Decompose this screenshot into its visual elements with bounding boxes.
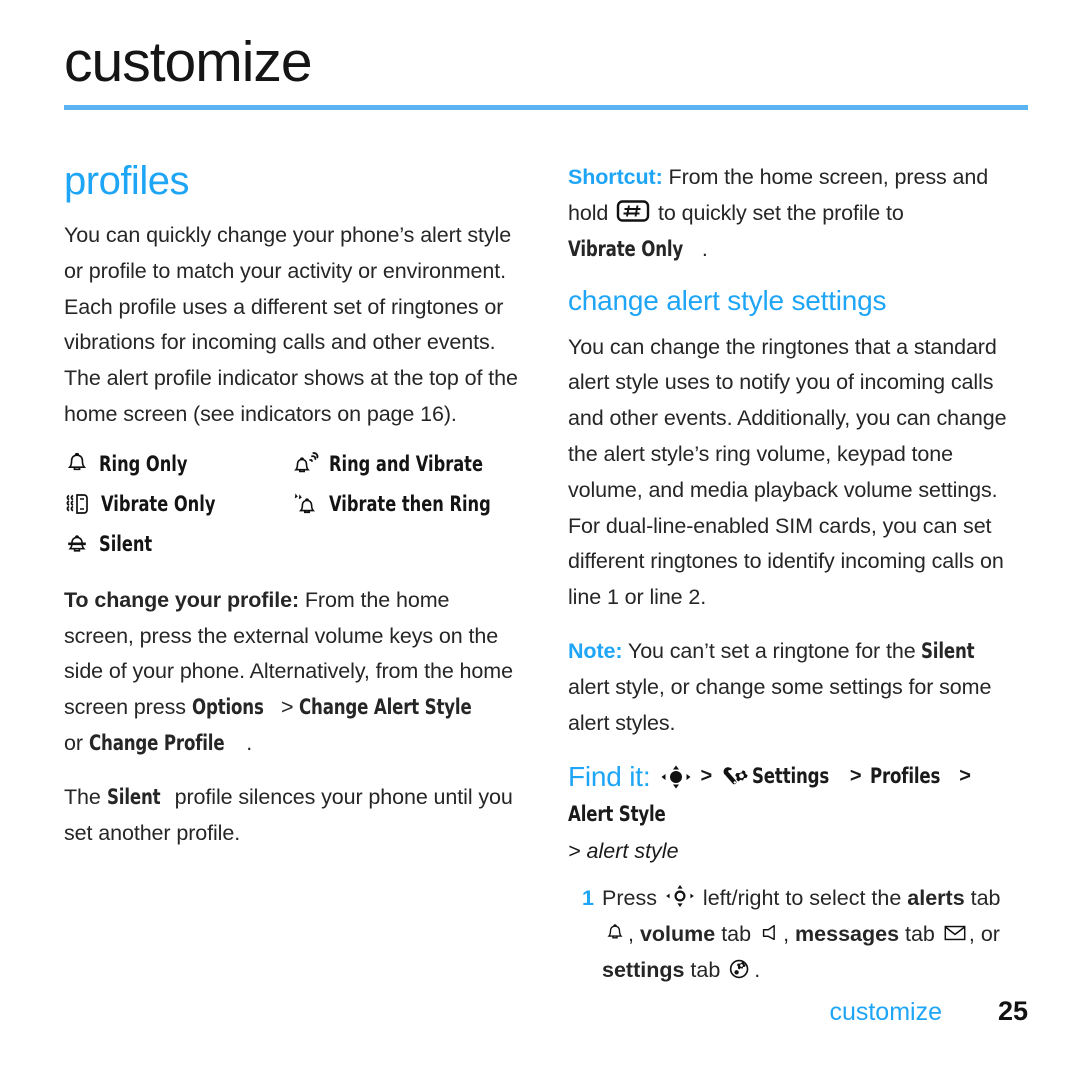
bell-vibrate-icon xyxy=(292,451,320,477)
hash-key-icon xyxy=(616,199,650,223)
speaker-icon xyxy=(759,922,781,944)
step-text-4: , xyxy=(628,921,640,946)
note-text-2: alert style, or change some settings for… xyxy=(568,674,992,735)
ui-term-change-profile: Change Profile xyxy=(88,730,225,756)
manual-page: customize profiles You can quickly chang… xyxy=(0,0,1080,1080)
find-it-path-settings: Settings xyxy=(752,764,830,790)
alert-style-body-paragraph: You can change the ringtones that a stan… xyxy=(568,334,1007,610)
find-it-sep-3: > xyxy=(959,765,971,788)
page-title: customize xyxy=(64,30,313,94)
profile-label: Vibrate then Ring xyxy=(329,491,491,516)
ui-term-change-alert-style: Change Alert Style xyxy=(299,695,472,721)
step-bold-volume: volume xyxy=(639,921,716,946)
ui-term-options: Options xyxy=(191,695,264,721)
find-it-sep-2: > xyxy=(849,765,862,788)
navigation-key-icon xyxy=(665,884,695,908)
shortcut-lead: Shortcut: xyxy=(568,165,663,189)
step-bold-messages: messages xyxy=(795,921,900,946)
change-profile-sep-1: > xyxy=(275,695,300,720)
subsection-heading-change-alert-style: change alert style settings xyxy=(568,285,887,317)
right-column: Shortcut: From the home screen, press an… xyxy=(568,160,1028,988)
settings-wrench-gear-icon xyxy=(720,764,750,790)
page-footer: customize 25 xyxy=(64,996,1028,1027)
ui-term-vibrate-only: Vibrate Only xyxy=(568,236,684,262)
change-profile-text-2: or xyxy=(64,730,89,755)
ui-term-silent: Silent xyxy=(106,784,161,810)
note-text-1: You can’t set a ringtone for the xyxy=(622,638,922,663)
bell-icon xyxy=(604,922,626,944)
note-paragraph: Note: You can’t set a ringtone for the S… xyxy=(568,634,1028,741)
bell-icon xyxy=(64,451,90,477)
profile-label: Vibrate Only xyxy=(101,491,216,516)
profile-label: Silent xyxy=(99,531,153,556)
silent-text-1: The xyxy=(64,784,107,809)
profile-type-list: Ring Only Ring and Vibrate Vibrate Only … xyxy=(64,451,524,557)
phone-vibrate-icon xyxy=(64,491,92,517)
footer-page-number: 25 xyxy=(997,996,1028,1026)
find-it-path-profiles: Profiles xyxy=(869,764,940,790)
list-item: 1 Press left/right to select the alerts … xyxy=(568,881,1028,988)
left-column: profiles You can quickly change your pho… xyxy=(64,160,524,869)
list-item: Silent xyxy=(64,531,292,557)
find-it-lead: Find it: xyxy=(568,761,651,793)
step-text-3: tab xyxy=(964,885,1001,910)
settings-tab-icon xyxy=(728,958,752,980)
change-profile-lead: To change your profile: xyxy=(64,587,300,612)
step-number: 1 xyxy=(582,885,594,910)
step-text-8: , or xyxy=(968,921,1000,946)
profiles-intro-paragraph: You can quickly change your phone’s aler… xyxy=(64,223,518,426)
step-bold-alerts: alerts xyxy=(907,885,965,910)
title-divider xyxy=(64,105,1028,110)
change-profile-paragraph: To change your profile: From the home sc… xyxy=(64,583,524,762)
change-profile-text-3: . xyxy=(246,730,253,755)
silent-profile-paragraph: The Silent profile silences your phone u… xyxy=(64,780,524,852)
step-text-1: Press xyxy=(602,885,663,910)
vibrate-then-ring-icon xyxy=(292,491,320,517)
list-item: Vibrate Only xyxy=(64,491,292,517)
step-text-5: tab xyxy=(715,921,758,946)
profile-label: Ring Only xyxy=(99,451,188,476)
note-lead: Note: xyxy=(568,638,623,663)
find-it-path-alert-style: Alert Style xyxy=(568,802,666,828)
profile-label: Ring and Vibrate xyxy=(329,451,483,476)
step-text-6: , xyxy=(783,921,796,946)
step-text-10: . xyxy=(754,957,761,982)
step-text-2: left/right to select the xyxy=(696,885,908,910)
footer-section-name: customize xyxy=(829,998,942,1026)
envelope-icon xyxy=(943,922,967,944)
list-item: Vibrate then Ring xyxy=(292,491,524,517)
step-text-7: tab xyxy=(899,921,941,946)
shortcut-text-3: . xyxy=(701,236,708,261)
page-masthead: customize xyxy=(64,34,1028,110)
ui-term-silent: Silent xyxy=(921,638,975,664)
step-text: Press left/right to select the alerts ta… xyxy=(602,881,1028,988)
step-text-9: tab xyxy=(684,957,727,982)
list-item: Ring Only xyxy=(64,451,292,477)
find-it-sep-1: > xyxy=(700,765,713,788)
section-heading-profiles: profiles xyxy=(64,159,189,203)
navigation-key-icon xyxy=(660,764,692,790)
find-it-subpath: > alert style xyxy=(568,838,679,863)
find-it-path: Find it: > Settings > Profiles > Alert S… xyxy=(568,759,1028,833)
shortcut-paragraph: Shortcut: From the home screen, press an… xyxy=(568,160,1028,267)
bell-silent-icon xyxy=(64,531,90,557)
shortcut-text-2: to quickly set the profile to xyxy=(652,200,904,225)
step-bold-settings: settings xyxy=(602,957,685,982)
list-item: Ring and Vibrate xyxy=(292,451,524,477)
